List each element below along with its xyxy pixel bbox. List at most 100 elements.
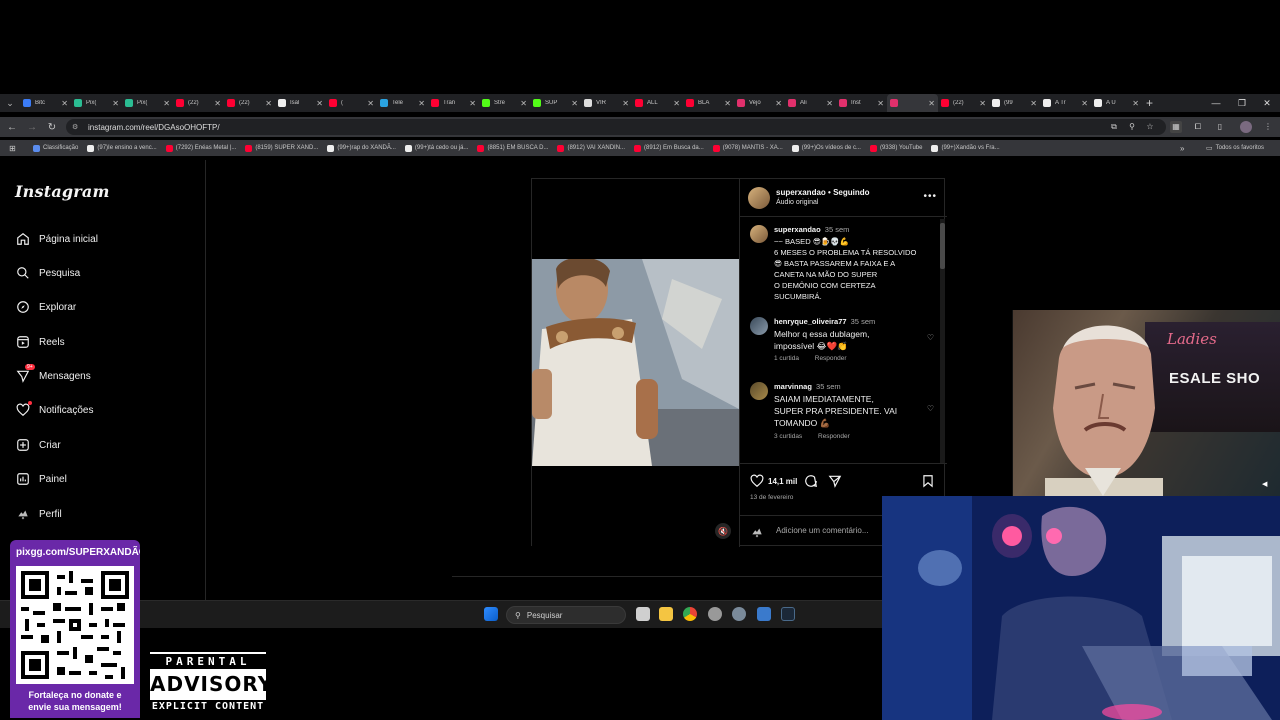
reload-button[interactable]: ↻ xyxy=(42,117,62,137)
browser-tab[interactable]: Ali ✕ xyxy=(785,94,836,112)
browser-tab[interactable]: A Ú ✕ xyxy=(1091,94,1142,112)
browser-tab[interactable]: Isal ✕ xyxy=(275,94,326,112)
sidebar-panel-icon[interactable]: ▯ xyxy=(1214,121,1226,133)
close-tab-icon[interactable]: ✕ xyxy=(571,99,578,108)
comment-username[interactable]: marvinnag xyxy=(774,382,812,391)
video-control-icon[interactable]: ◀ xyxy=(1262,480,1274,490)
comment-icon[interactable] xyxy=(804,474,818,491)
extensions-puzzle-icon[interactable]: ⧠ xyxy=(1192,121,1204,133)
browser-tab[interactable]: BLA ✕ xyxy=(683,94,734,112)
task-view-icon[interactable] xyxy=(636,607,650,621)
bookmark-item[interactable]: (7292) Enéas Metal |... xyxy=(165,144,236,152)
browser-tab[interactable]: (22) ✕ xyxy=(173,94,224,112)
comment-likes[interactable]: 1 curtida xyxy=(774,355,799,362)
following-button[interactable]: Seguindo xyxy=(833,188,869,197)
scrollbar-thumb[interactable] xyxy=(940,223,945,269)
audio-label[interactable]: Áudio original xyxy=(776,199,818,206)
post-date[interactable]: 13 de fevereiro xyxy=(750,494,793,501)
comment-username[interactable]: henryque_oliveira77 xyxy=(774,317,847,326)
app-icon[interactable] xyxy=(708,607,722,621)
maximize-button[interactable]: ❐ xyxy=(1229,94,1255,112)
extension-icon[interactable]: ▦ xyxy=(1170,121,1182,133)
reply-button[interactable]: Responder xyxy=(815,355,847,362)
bookmark-item[interactable]: (99+)Os vídeos de c... xyxy=(791,144,861,152)
bookmark-item[interactable]: Classificação xyxy=(33,144,78,152)
mute-icon[interactable]: 🔇 xyxy=(715,523,731,539)
bookmark-item[interactable]: (99+)tá cedo ou já... xyxy=(404,144,468,152)
like-comment-icon[interactable]: ♡ xyxy=(927,333,934,342)
close-tab-icon[interactable]: ✕ xyxy=(61,99,68,108)
browser-tab[interactable]: Inst ✕ xyxy=(836,94,887,112)
nav-item-notifications[interactable]: Notificações xyxy=(15,400,93,420)
close-tab-icon[interactable]: ✕ xyxy=(724,99,731,108)
install-app-icon[interactable]: ⧉ xyxy=(1108,121,1120,133)
close-tab-icon[interactable]: ✕ xyxy=(316,99,323,108)
close-tab-icon[interactable]: ✕ xyxy=(877,99,884,108)
browser-tab[interactable]: (99 ✕ xyxy=(989,94,1040,112)
close-tab-icon[interactable]: ✕ xyxy=(163,99,170,108)
browser-tab[interactable]: Bitc ✕ xyxy=(20,94,71,112)
close-tab-icon[interactable]: ✕ xyxy=(1030,99,1037,108)
close-tab-icon[interactable]: ✕ xyxy=(367,99,374,108)
url-bar[interactable]: ⚙ instagram.com/reel/DGAsoOHOFTP/ xyxy=(66,119,1166,135)
more-options-icon[interactable]: ••• xyxy=(923,191,937,202)
bookmark-item[interactable]: (99+)Xandão vs Fra... xyxy=(931,144,1000,152)
zoom-icon[interactable]: ⚲ xyxy=(1126,121,1138,133)
editor-icon[interactable] xyxy=(757,607,771,621)
browser-menu-icon[interactable]: ⋮ xyxy=(1262,121,1274,133)
windows-start-icon[interactable] xyxy=(484,607,498,621)
browser-tab[interactable]: Tele ✕ xyxy=(377,94,428,112)
nav-item-search[interactable]: Pesquisa xyxy=(15,263,80,283)
forward-button[interactable]: → xyxy=(22,117,42,137)
close-tab-icon[interactable]: ✕ xyxy=(673,99,680,108)
taskbar-search[interactable]: ⚲ Pesquisar xyxy=(506,606,626,624)
nav-item-messages[interactable]: 9+ Mensagens xyxy=(15,364,91,386)
browser-tab[interactable]: A Tr ✕ xyxy=(1040,94,1091,112)
apps-grid-icon[interactable]: ⊞ xyxy=(9,144,21,153)
close-tab-icon[interactable]: ✕ xyxy=(1132,99,1139,108)
nav-item-explore[interactable]: Explorar xyxy=(15,297,76,317)
browser-tab[interactable]: (22) ✕ xyxy=(224,94,275,112)
bookmark-item[interactable]: (8851) EM BUSCA D... xyxy=(477,144,548,152)
instagram-logo[interactable]: Instagram xyxy=(15,182,110,201)
bookmark-star-icon[interactable]: ☆ xyxy=(1144,121,1156,133)
site-info-icon[interactable]: ⚙ xyxy=(72,123,80,131)
close-tab-icon[interactable]: ✕ xyxy=(112,99,119,108)
like-icon[interactable] xyxy=(750,474,764,491)
browser-tab[interactable]: SUP ✕ xyxy=(530,94,581,112)
author-avatar[interactable] xyxy=(748,187,770,209)
close-tab-icon[interactable]: ✕ xyxy=(1081,99,1088,108)
nav-item-profile[interactable]: Perfil xyxy=(15,504,62,524)
settings-gear-icon[interactable] xyxy=(732,607,746,621)
browser-tab[interactable]: Stre ✕ xyxy=(479,94,530,112)
close-tab-icon[interactable]: ✕ xyxy=(979,99,986,108)
close-tab-icon[interactable]: ✕ xyxy=(928,99,935,108)
bookmark-item[interactable]: (99+)rap do XANDÃ... xyxy=(327,144,396,152)
close-tab-icon[interactable]: ✕ xyxy=(214,99,221,108)
like-count[interactable]: 14,1 mil xyxy=(768,477,797,486)
minimize-button[interactable]: — xyxy=(1203,94,1229,112)
back-button[interactable]: ← xyxy=(2,117,22,137)
bookmark-item[interactable]: (8912) Em Busca da... xyxy=(634,144,704,152)
browser-tab[interactable]: (✕ xyxy=(326,94,377,112)
close-tab-icon[interactable]: ✕ xyxy=(826,99,833,108)
close-tab-icon[interactable]: ✕ xyxy=(469,99,476,108)
save-bookmark-icon[interactable] xyxy=(921,474,935,491)
close-tab-icon[interactable]: ✕ xyxy=(418,99,425,108)
reply-button[interactable]: Responder xyxy=(818,433,850,440)
bookmark-item[interactable]: (8912) VAI XANDIN... xyxy=(557,144,625,152)
new-tab-button[interactable]: + xyxy=(1146,96,1153,110)
nav-item-create[interactable]: Criar xyxy=(15,435,61,455)
browser-tab[interactable]: ALL ✕ xyxy=(632,94,683,112)
add-comment-input[interactable]: Adicione um comentário... xyxy=(776,526,869,535)
comment-likes[interactable]: 3 curtidas xyxy=(774,433,802,440)
close-tab-icon[interactable]: ✕ xyxy=(775,99,782,108)
steam-icon[interactable] xyxy=(781,607,795,621)
comments-scrollbar[interactable] xyxy=(940,219,945,463)
caption-avatar[interactable] xyxy=(750,225,768,243)
emoji-icon[interactable] xyxy=(750,525,764,542)
browser-tab[interactable]: Pix(✕ xyxy=(122,94,173,112)
more-bookmarks-icon[interactable]: » xyxy=(1180,144,1184,153)
file-explorer-icon[interactable] xyxy=(659,607,673,621)
browser-tab[interactable]: Pix(✕ xyxy=(71,94,122,112)
